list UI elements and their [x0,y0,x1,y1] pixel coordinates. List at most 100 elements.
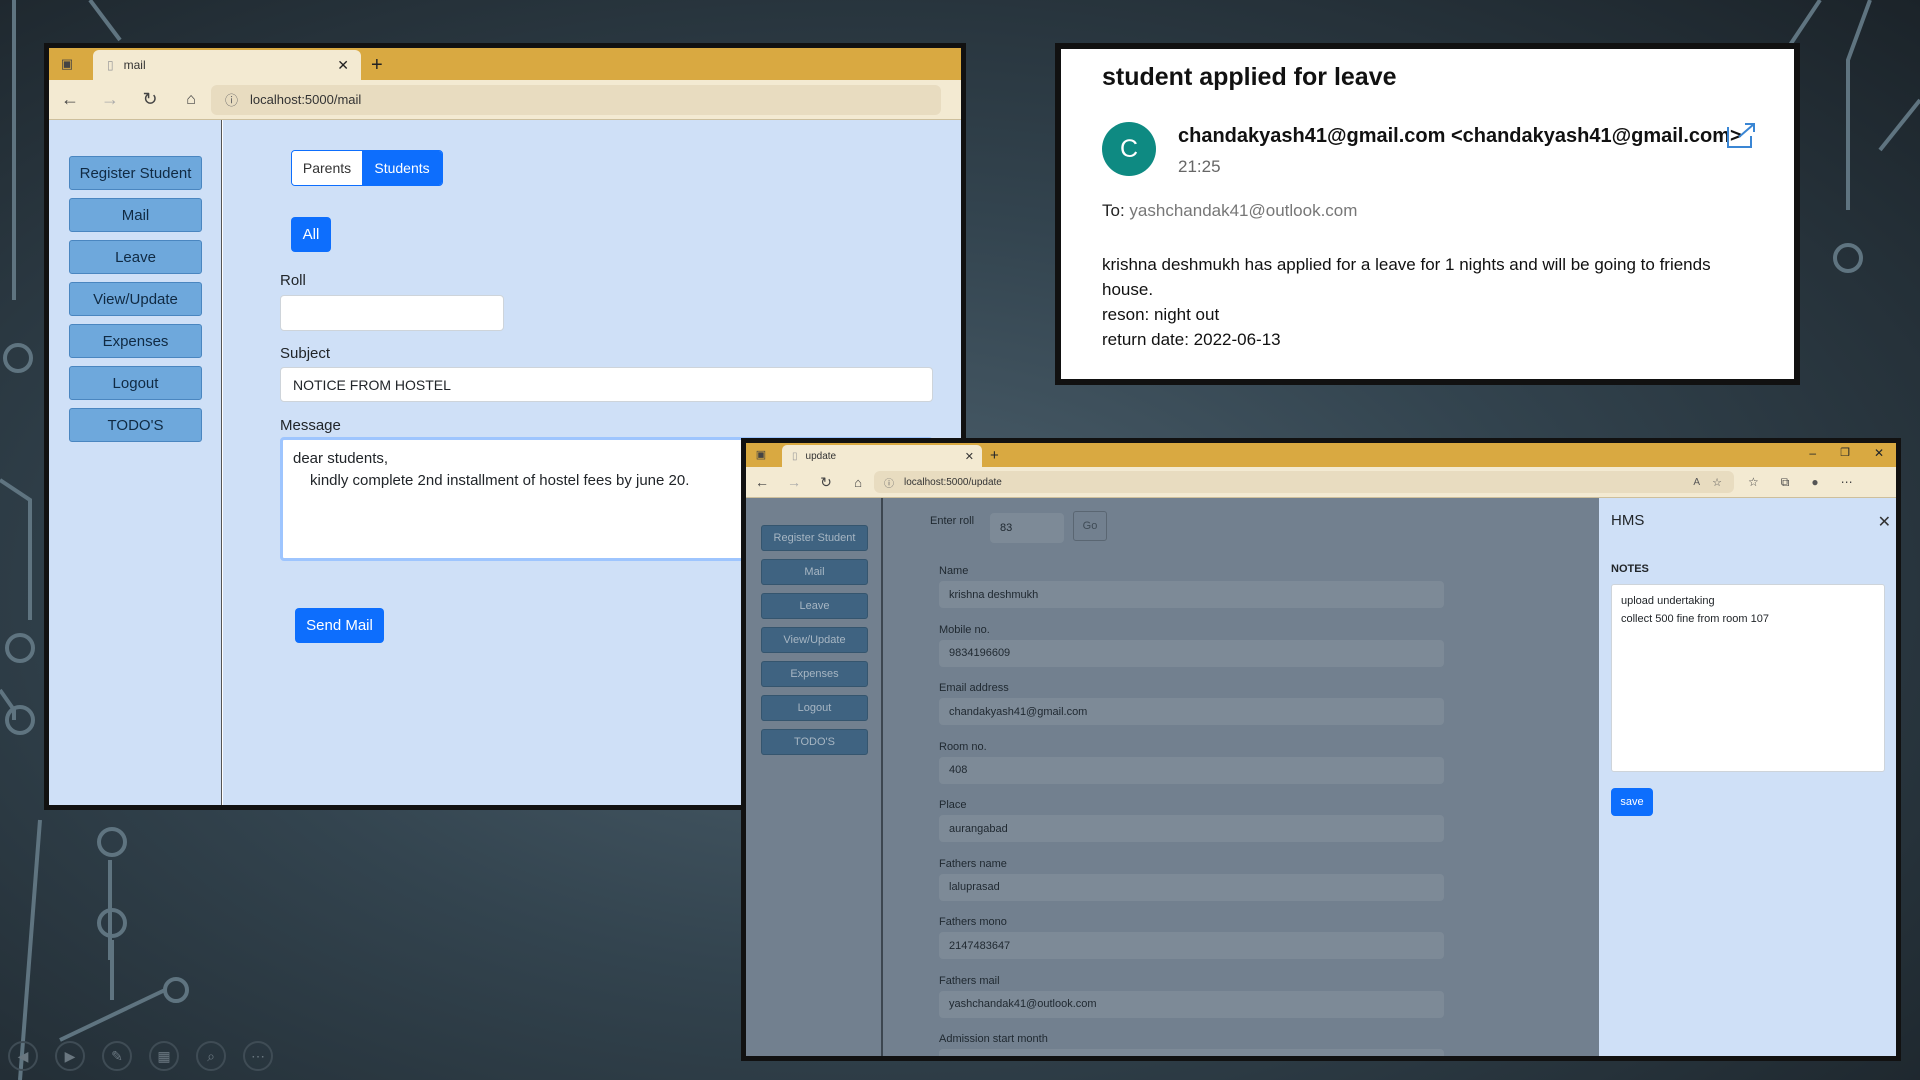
url-text: localhost:5000/update [904,476,1002,488]
more-icon[interactable]: ⋯ [243,1041,273,1071]
new-tab-icon[interactable]: + [990,445,999,467]
tab-title: update [805,450,837,462]
panel-title: HMS [1611,512,1645,529]
restore-icon[interactable]: ❐ [1840,446,1850,459]
email-body: krishna deshmukh has applied for a leave… [1102,252,1711,352]
field-input[interactable]: 408 [939,756,1444,784]
sidebar-item-register-student[interactable]: Register Student [69,156,202,190]
field-input[interactable]: 9834196609 [939,639,1444,667]
favorite-icon[interactable]: ☆ [1712,476,1722,489]
field-label: Fathers name [939,857,1007,870]
forward-icon[interactable]: → [778,474,810,490]
home-icon[interactable]: ⌂ [842,475,874,490]
update-browser-window: ▣ ▯ update ✕ + – ❐ ✕ ← → ↻ ⌂ ⓘ localhost… [741,438,1901,1061]
sidebar-item-logout[interactable]: Logout [69,366,202,400]
profile-icon[interactable]: ● [1811,475,1818,489]
notes-textarea[interactable]: upload undertaking collect 500 fine from… [1611,584,1885,772]
field-label: Fathers mono [939,916,1007,928]
sidebar-item-leave[interactable]: Leave [761,593,868,619]
sidebar-item-todos[interactable]: TODO'S [761,729,868,755]
body-line: krishna deshmukh has applied for a leave… [1102,255,1711,274]
url-field[interactable]: ⓘ localhost:5000/mail [211,84,941,115]
body-line: return date: 2022-06-13 [1102,330,1281,349]
refresh-icon[interactable]: ↻ [129,89,171,110]
go-button[interactable]: Go [1073,511,1107,541]
email-message-panel: student applied for leave C chandakyash4… [1055,43,1800,385]
sidebar-item-expenses[interactable]: Expenses [69,324,202,358]
refresh-icon[interactable]: ↻ [810,474,842,491]
forward-icon[interactable]: → [91,89,129,110]
tab-actions-icon[interactable]: ▣ [49,48,85,80]
field-label: Mobile no. [939,623,990,636]
field-label: Room no. [939,740,987,753]
home-icon[interactable]: ⌂ [171,91,211,109]
field-label: Email address [939,682,1009,694]
more-icon[interactable]: ⋯ [1841,475,1853,489]
sidebar-item-expenses[interactable]: Expenses [761,661,868,687]
sidebar-item-view-update[interactable]: View/Update [761,627,868,653]
field-input[interactable]: krishna deshmukh [939,581,1444,608]
collections-icon[interactable]: ⧉ [1781,475,1790,490]
address-bar: ← → ↻ ⌂ ⓘ localhost:5000/update A ☆ ☆ ⧉ … [746,467,1896,498]
avatar: C [1102,122,1156,176]
tab-actions-icon[interactable]: ▣ [746,443,776,467]
save-button[interactable]: save [1611,788,1653,816]
field-input[interactable]: 2147483647 [939,932,1444,959]
back-icon[interactable]: ← [746,474,778,490]
sidebar-item-register-student[interactable]: Register Student [761,525,868,551]
field-input[interactable]: aurangabad [939,815,1444,842]
sidebar-item-view-update[interactable]: View/Update [69,282,202,316]
sidebar-item-todos[interactable]: TODO'S [69,408,202,442]
recipient-line: To: yashchandak41@outlook.com [1102,201,1357,221]
info-icon: ⓘ [225,93,239,108]
popout-icon[interactable] [1725,121,1757,149]
read-aloud-icon[interactable]: A [1693,477,1700,488]
sidebar-item-leave[interactable]: Leave [69,240,202,274]
page-icon: ▯ [792,450,798,462]
zoom-icon[interactable]: ⌕ [196,1041,226,1071]
sidebar-item-mail[interactable]: Mail [761,559,868,585]
sender-address: chandakyash41@gmail.com <chandakyash41@g… [1178,125,1742,147]
close-window-icon[interactable]: ✕ [1874,446,1884,460]
tab-update[interactable]: ▯ update ✕ [782,445,982,467]
subject-input[interactable]: NOTICE FROM HOSTEL [280,367,933,402]
note-line: upload undertaking [1621,595,1715,607]
recipient-toggle: Parents Students [291,150,443,186]
tab-title: mail [123,58,146,72]
favorites-icon[interactable]: ☆ [1748,475,1759,489]
field-label: Name [939,565,969,577]
play-icon[interactable]: ▶ [55,1041,85,1071]
previous-icon[interactable]: ◀ [8,1041,38,1071]
sidebar-item-logout[interactable]: Logout [761,695,868,721]
pen-icon[interactable]: ✎ [102,1041,132,1071]
note-line: collect 500 fine from room 107 [1621,613,1769,625]
sidebar: Register Student Mail Leave View/Update … [49,120,222,805]
grid-icon[interactable]: ▦ [149,1041,179,1071]
body-line: house. [1102,280,1154,299]
update-page: Register Student Mail Leave View/Update … [746,498,1599,1056]
tab-students[interactable]: Students [362,151,442,185]
minimize-icon[interactable]: – [1809,446,1816,460]
tab-mail[interactable]: ▯ mail ✕ [93,50,361,80]
tab-parents[interactable]: Parents [292,151,362,185]
url-field[interactable]: ⓘ localhost:5000/update A ☆ [874,471,1734,493]
roll-input[interactable]: 83 [990,513,1064,543]
all-button[interactable]: All [291,217,331,252]
field-input[interactable]: yashchandak41@outlook.com [939,990,1444,1018]
sidebar-item-mail[interactable]: Mail [69,198,202,232]
close-tab-icon[interactable]: ✕ [337,57,349,74]
field-input[interactable] [939,1049,1444,1056]
close-tab-icon[interactable]: ✕ [965,450,974,463]
new-tab-icon[interactable]: + [371,50,383,80]
enter-roll-label: Enter roll [930,515,975,527]
field-input[interactable]: laluprasad [939,873,1444,901]
url-text: localhost:5000/mail [250,92,362,107]
field-input[interactable]: chandakyash41@gmail.com [939,698,1444,725]
back-icon[interactable]: ← [49,89,91,110]
close-icon[interactable]: ✕ [1878,512,1891,532]
body-line: reson: night out [1102,305,1220,324]
roll-input[interactable] [280,295,504,331]
tab-bar: ▣ ▯ mail ✕ + [49,48,961,80]
send-mail-button[interactable]: Send Mail [295,608,384,643]
field-label: Place [939,799,967,811]
